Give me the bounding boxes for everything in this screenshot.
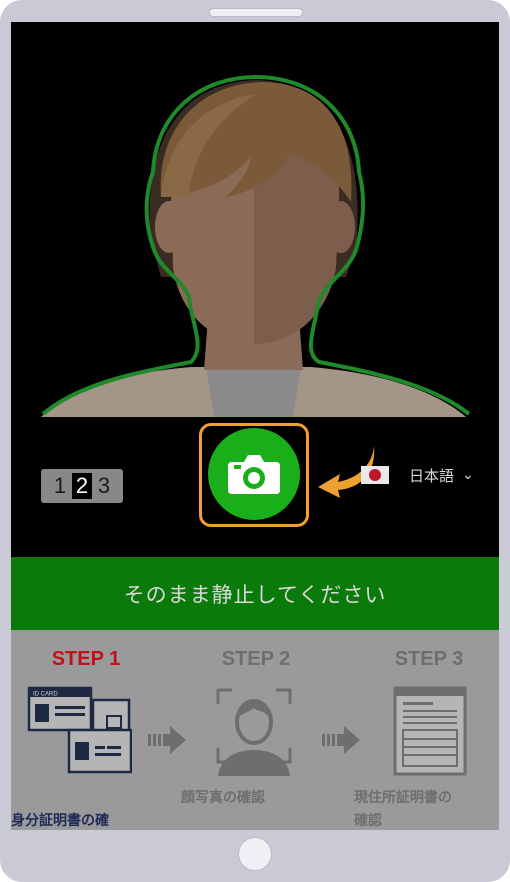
speaker-slot [209, 8, 303, 17]
address-document-icon [393, 686, 467, 776]
step-2-title: STEP 2 [221, 648, 291, 670]
camera-preview [11, 22, 499, 417]
instruction-banner: そのまま静止してください [11, 557, 499, 630]
step-counter: 1 2 3 [41, 469, 123, 503]
step-1: STEP 1 [11, 630, 161, 671]
face-guide-illustration [41, 74, 471, 417]
camera-controls: 1 2 3 日本語 ⌄ [11, 417, 499, 557]
face-scan-icon [216, 688, 292, 776]
shutter-button[interactable] [208, 428, 300, 520]
arrow-right-icon [148, 726, 186, 754]
home-button[interactable] [238, 837, 272, 871]
step-counter-1: 1 [53, 473, 67, 498]
camera-icon [228, 455, 280, 494]
step-3-title: STEP 3 [394, 648, 464, 670]
step-3-caption-line1: 現住所証明書の [354, 790, 452, 806]
step-3-caption-line2: 確認 [354, 813, 382, 829]
step-counter-2: 2 [72, 473, 92, 499]
app-screen: 1 2 3 日本語 ⌄ そのまま静止してください STEP 1 ID CARD … [11, 22, 499, 830]
chevron-down-icon: ⌄ [462, 467, 474, 483]
arrow-right-icon [322, 726, 360, 754]
step-2-caption: 顔写真の確認 [181, 787, 331, 810]
steps-panel: STEP 1 ID CARD 身分証明書の確 認 [11, 630, 499, 830]
step-1-caption: 身分証明書の確 認 [11, 810, 161, 830]
step-1-caption-line1: 身分証明書の確 [11, 813, 109, 829]
step-2-caption-line1: 顔写真の確認 [181, 790, 265, 806]
language-selector[interactable]: 日本語 ⌄ [361, 463, 474, 487]
step-3: STEP 3 [354, 630, 499, 671]
phone-frame: 1 2 3 日本語 ⌄ そのまま静止してください STEP 1 ID CARD … [0, 0, 510, 882]
step-2: STEP 2 [181, 630, 331, 671]
step-3-caption: 現住所証明書の 確認 [354, 787, 499, 830]
japan-flag-icon [361, 466, 389, 484]
id-card-label: ID CARD [33, 692, 58, 698]
step-1-title: STEP 1 [51, 648, 121, 670]
id-card-icon: ID CARD [27, 686, 132, 774]
instruction-text: そのまま静止してください [123, 582, 387, 607]
step-counter-3: 3 [97, 473, 111, 498]
language-label: 日本語 [409, 466, 455, 485]
